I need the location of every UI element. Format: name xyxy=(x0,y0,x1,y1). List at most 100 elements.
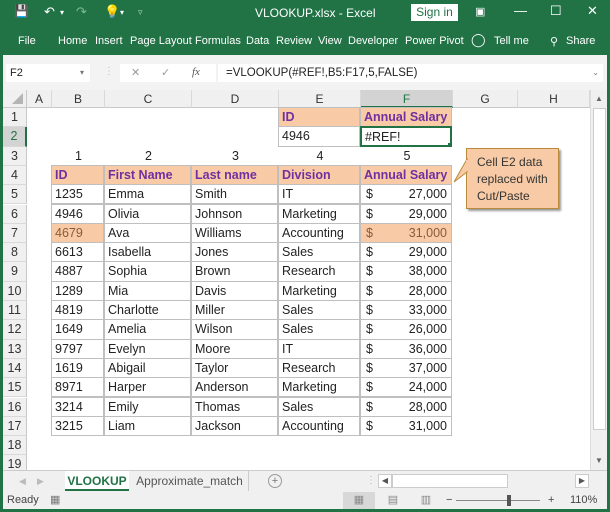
normal-view-button[interactable]: ▦ xyxy=(343,492,375,509)
cell-division[interactable]: Sales xyxy=(278,319,360,340)
cell-id[interactable]: 1649 xyxy=(51,319,104,340)
column-index-4[interactable]: 4 xyxy=(279,147,361,166)
share-button[interactable]: Share xyxy=(566,35,595,47)
formula-bar-grip-icon[interactable]: ⋮ xyxy=(104,66,114,77)
cell-first-name[interactable]: Abigail xyxy=(104,357,191,379)
cell-id[interactable]: 3215 xyxy=(51,415,104,437)
sheet-tab-approximate-match[interactable]: Approximate_match xyxy=(131,471,249,491)
column-index-5[interactable]: 5 xyxy=(361,147,453,166)
row-header-8[interactable]: 8 xyxy=(3,243,27,263)
insert-function-icon[interactable]: fx xyxy=(192,66,200,78)
lookup-result-cell[interactable]: #REF! xyxy=(360,126,452,147)
cell-annual-salary[interactable]: $28,000 xyxy=(360,396,452,417)
lookup-id-value[interactable]: 4946 xyxy=(278,126,360,147)
tab-formulas[interactable]: Formulas xyxy=(195,35,241,47)
cell-division[interactable]: Marketing xyxy=(278,377,360,398)
cell-annual-salary[interactable]: $29,000 xyxy=(360,203,452,224)
cell-last-name[interactable]: Smith xyxy=(191,184,278,205)
cell-division[interactable]: Sales xyxy=(278,242,360,263)
cell-last-name[interactable]: Williams xyxy=(191,222,278,244)
minimize-icon[interactable]: — xyxy=(514,3,527,18)
cell-last-name[interactable]: Miller xyxy=(191,300,278,321)
tab-view[interactable]: View xyxy=(318,35,342,47)
cell-annual-salary[interactable]: $29,000 xyxy=(360,242,452,263)
page-layout-view-button[interactable]: ▤ xyxy=(377,492,409,509)
macro-recording-icon[interactable]: ▦ xyxy=(50,493,60,506)
cell-id[interactable]: 8971 xyxy=(51,377,104,398)
cell-division[interactable]: IT xyxy=(278,338,360,359)
cell-annual-salary[interactable]: $33,000 xyxy=(360,300,452,321)
cell-id[interactable]: 4679 xyxy=(51,222,104,244)
column-index-3[interactable]: 3 xyxy=(192,147,279,166)
column-header-b[interactable]: B xyxy=(52,90,105,108)
cell-annual-salary[interactable]: $38,000 xyxy=(360,261,452,282)
row-header-18[interactable]: 18 xyxy=(3,436,27,456)
column-header-e[interactable]: E xyxy=(279,90,361,108)
cell-annual-salary[interactable]: $26,000 xyxy=(360,319,452,340)
cell-last-name[interactable]: Jackson xyxy=(191,415,278,437)
tab-home[interactable]: Home xyxy=(58,35,87,47)
cell-first-name[interactable]: Evelyn xyxy=(104,338,191,359)
cell-division[interactable]: Accounting xyxy=(278,415,360,437)
cell-id[interactable]: 3214 xyxy=(51,396,104,417)
table-header-division[interactable]: Division xyxy=(278,164,360,186)
redo-icon[interactable]: ↷ xyxy=(76,4,87,20)
cell-division[interactable]: Sales xyxy=(278,300,360,321)
row-header-4[interactable]: 4 xyxy=(3,165,27,186)
row-header-5[interactable]: 5 xyxy=(3,185,27,205)
row-header-9[interactable]: 9 xyxy=(3,262,27,282)
column-header-c[interactable]: C xyxy=(105,90,192,108)
cell-first-name[interactable]: Harper xyxy=(104,377,191,398)
cell-last-name[interactable]: Taylor xyxy=(191,357,278,379)
zoom-slider-thumb[interactable] xyxy=(507,495,511,506)
row-header-11[interactable]: 11 xyxy=(3,301,27,321)
tab-power-pivot[interactable]: Power Pivot xyxy=(405,35,464,47)
column-index-1[interactable]: 1 xyxy=(52,147,105,166)
save-icon[interactable]: 💾 xyxy=(14,4,29,18)
scroll-up-icon[interactable]: ▲ xyxy=(595,94,603,103)
cell-division[interactable]: IT xyxy=(278,184,360,205)
zoom-level[interactable]: 110% xyxy=(570,494,597,506)
cell-first-name[interactable]: Mia xyxy=(104,280,191,301)
horizontal-scrollbar[interactable]: ◀ ▶ xyxy=(378,471,590,491)
worksheet-grid[interactable]: A B C D E F G H 1 2 3 4 5 6 7 8 9 10 11 12 13 14 15 16 1… xyxy=(3,90,607,470)
row-header-13[interactable]: 13 xyxy=(3,339,27,359)
zoom-out-button[interactable]: − xyxy=(446,494,452,506)
expand-formula-bar-icon[interactable]: ⌄ xyxy=(592,64,599,82)
cell-last-name[interactable]: Moore xyxy=(191,338,278,359)
cell-annual-salary[interactable]: $31,000 xyxy=(360,222,452,244)
cell-id[interactable]: 6613 xyxy=(51,242,104,263)
cell-first-name[interactable]: Isabella xyxy=(104,242,191,263)
name-box[interactable]: F2 ▾ xyxy=(6,64,90,82)
cancel-icon[interactable]: ✕ xyxy=(131,66,140,79)
lightbulb-icon[interactable]: 💡 xyxy=(104,4,120,20)
tab-developer[interactable]: Developer xyxy=(348,35,398,47)
cell-annual-salary[interactable]: $36,000 xyxy=(360,338,452,359)
table-header-last-name[interactable]: Last name xyxy=(191,164,278,186)
cell-annual-salary[interactable]: $27,000 xyxy=(360,184,452,205)
cell-id[interactable]: 4887 xyxy=(51,261,104,282)
cell-division[interactable]: Research xyxy=(278,261,360,282)
tell-me-search[interactable]: Tell me xyxy=(494,35,529,47)
cell-id[interactable]: 1289 xyxy=(51,280,104,301)
scroll-left-icon[interactable]: ◀ xyxy=(378,474,392,488)
row-header-3[interactable]: 3 xyxy=(3,146,27,166)
row-header-2[interactable]: 2 xyxy=(3,127,27,147)
vertical-scroll-thumb[interactable] xyxy=(593,108,606,430)
cell-last-name[interactable]: Davis xyxy=(191,280,278,301)
table-header-first-name[interactable]: First Name xyxy=(104,164,191,186)
vertical-scrollbar[interactable]: ▲ ▼ xyxy=(590,90,607,470)
cell-annual-salary[interactable]: $28,000 xyxy=(360,280,452,301)
lightbulb-dropdown-icon[interactable]: ▾ xyxy=(120,8,124,17)
cell-first-name[interactable]: Sophia xyxy=(104,261,191,282)
cell-annual-salary[interactable]: $24,000 xyxy=(360,377,452,398)
column-header-f[interactable]: F xyxy=(361,90,453,108)
row-header-14[interactable]: 14 xyxy=(3,358,27,379)
cell-first-name[interactable]: Ava xyxy=(104,222,191,244)
lookup-id-label[interactable]: ID xyxy=(278,107,360,128)
cell-division[interactable]: Sales xyxy=(278,396,360,417)
row-header-16[interactable]: 16 xyxy=(3,397,27,417)
row-header-19[interactable]: 19 xyxy=(3,455,27,470)
cell-first-name[interactable]: Liam xyxy=(104,415,191,437)
row-header-15[interactable]: 15 xyxy=(3,378,27,398)
